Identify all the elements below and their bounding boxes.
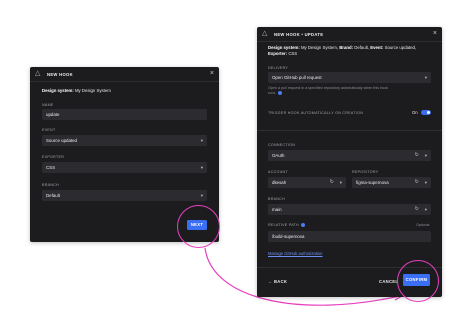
relative-path-input[interactable]: /build-supernova — [268, 231, 431, 242]
supernova-logo-icon: △ — [262, 30, 268, 37]
exporter-label: EXPORTER — [42, 155, 65, 159]
divider — [257, 41, 442, 42]
summary-value: My Design System — [74, 88, 111, 93]
delivery-label: DELIVERY — [268, 66, 289, 70]
next-button[interactable]: NEXT — [187, 220, 207, 230]
connection-label: CONNECTION — [268, 143, 296, 147]
chevron-down-icon: ▾ — [200, 165, 203, 170]
branch-value: main — [272, 207, 282, 212]
chevron-down-icon: ▾ — [424, 180, 427, 185]
summary-text: Design system: My Design System, Brand: … — [268, 45, 434, 57]
summary-event-label: Event: — [370, 45, 384, 50]
relative-path-value: /build-supernova — [272, 234, 305, 239]
confirm-button[interactable]: CONFIRM — [403, 274, 430, 286]
summary-event-value: Source updated, — [384, 45, 417, 50]
back-label: BACK — [273, 279, 288, 284]
branch-value: Default — [46, 193, 60, 198]
event-value: Source updated — [46, 138, 78, 143]
close-icon[interactable]: × — [210, 70, 214, 78]
chevron-down-icon: ▾ — [424, 153, 427, 158]
name-value: update — [46, 112, 60, 117]
branch-select[interactable]: main ↻ ▾ — [268, 204, 431, 215]
manage-github-auth-link[interactable]: Manage GitHub authorization — [268, 251, 322, 256]
repository-label: REPOSITORY — [352, 170, 379, 174]
delivery-hint: Open a pull request in a specified repos… — [268, 86, 393, 96]
summary-ds-label: Design system: — [268, 45, 300, 50]
back-button[interactable]: ← BACK — [268, 279, 287, 284]
divider — [257, 267, 442, 268]
modal-header: △ NEW HOOK × — [30, 67, 219, 81]
modal-title: NEW HOOK — [47, 71, 73, 77]
event-label: EVENT — [42, 128, 56, 132]
summary-brand-label: Brand: — [339, 45, 354, 50]
exporter-value: CSS — [46, 165, 56, 170]
summary-exporter-label: Exporter: — [268, 51, 288, 56]
info-icon[interactable] — [301, 223, 306, 228]
name-label: NAME — [42, 103, 54, 107]
delivery-value: Open GitHub pull request — [272, 75, 322, 80]
chevron-down-icon: ▾ — [200, 138, 203, 143]
refresh-icon[interactable]: ↻ — [415, 204, 419, 215]
new-hook-modal: △ NEW HOOK × Design system: My Design Sy… — [30, 67, 219, 242]
relative-path-label-text: RELATIVE PATH — [268, 223, 300, 227]
refresh-icon[interactable]: ↻ — [415, 177, 419, 188]
refresh-icon[interactable]: ↻ — [330, 177, 334, 188]
trigger-toggle[interactable] — [421, 110, 431, 115]
modal-header: △ NEW HOOK • UPDATE × — [257, 27, 442, 41]
cancel-button[interactable]: CANCEL — [379, 279, 398, 284]
trigger-label: TRIGGER HOOK AUTOMATICALLY ON CREATION — [268, 111, 364, 115]
branch-select[interactable]: Default ▾ — [42, 190, 207, 201]
connection-value: OAuth — [272, 153, 285, 158]
repository-select[interactable]: figma-supernova ↻ ▾ — [352, 177, 431, 188]
chevron-down-icon: ▾ — [424, 75, 427, 80]
modal-title: NEW HOOK • UPDATE — [274, 31, 324, 37]
supernova-logo-icon: △ — [35, 70, 41, 77]
info-icon[interactable] — [278, 91, 283, 96]
name-field[interactable]: update — [42, 109, 207, 120]
account-label: ACCOUNT — [268, 170, 288, 174]
summary-ds-value: My Design System, — [300, 45, 338, 50]
connection-select[interactable]: OAuth ↻ ▾ — [268, 150, 431, 161]
optional-tag: Optional — [416, 223, 430, 227]
branch-label: BRANCH — [42, 183, 59, 187]
event-select[interactable]: Source updated ▾ — [42, 135, 207, 146]
exporter-select[interactable]: CSS ▾ — [42, 162, 207, 173]
branch-label: BRANCH — [268, 197, 285, 201]
delivery-select[interactable]: Open GitHub pull request ▾ — [268, 72, 431, 83]
account-select[interactable]: dkesah ↻ ▾ — [268, 177, 346, 188]
divider — [30, 81, 219, 82]
account-value: dkesah — [272, 180, 287, 185]
summary-exporter-value: CSS — [288, 51, 298, 56]
delivery-hint-text: Open a pull request in a specified repos… — [268, 86, 389, 95]
summary-label: Design system: — [42, 88, 74, 93]
chevron-down-icon: ▾ — [424, 207, 427, 212]
trigger-state: On — [412, 110, 418, 115]
relative-path-label: RELATIVE PATH — [268, 223, 306, 228]
new-hook-update-modal: △ NEW HOOK • UPDATE × Design system: My … — [257, 27, 442, 297]
chevron-down-icon: ▾ — [339, 180, 342, 185]
refresh-icon[interactable]: ↻ — [415, 150, 419, 161]
summary-text: Design system: My Design System — [42, 88, 111, 94]
repository-value: figma-supernova — [356, 180, 389, 185]
summary-brand-value: Default, — [354, 45, 370, 50]
close-icon[interactable]: × — [433, 30, 437, 38]
chevron-down-icon: ▾ — [200, 193, 203, 198]
divider — [257, 130, 442, 131]
